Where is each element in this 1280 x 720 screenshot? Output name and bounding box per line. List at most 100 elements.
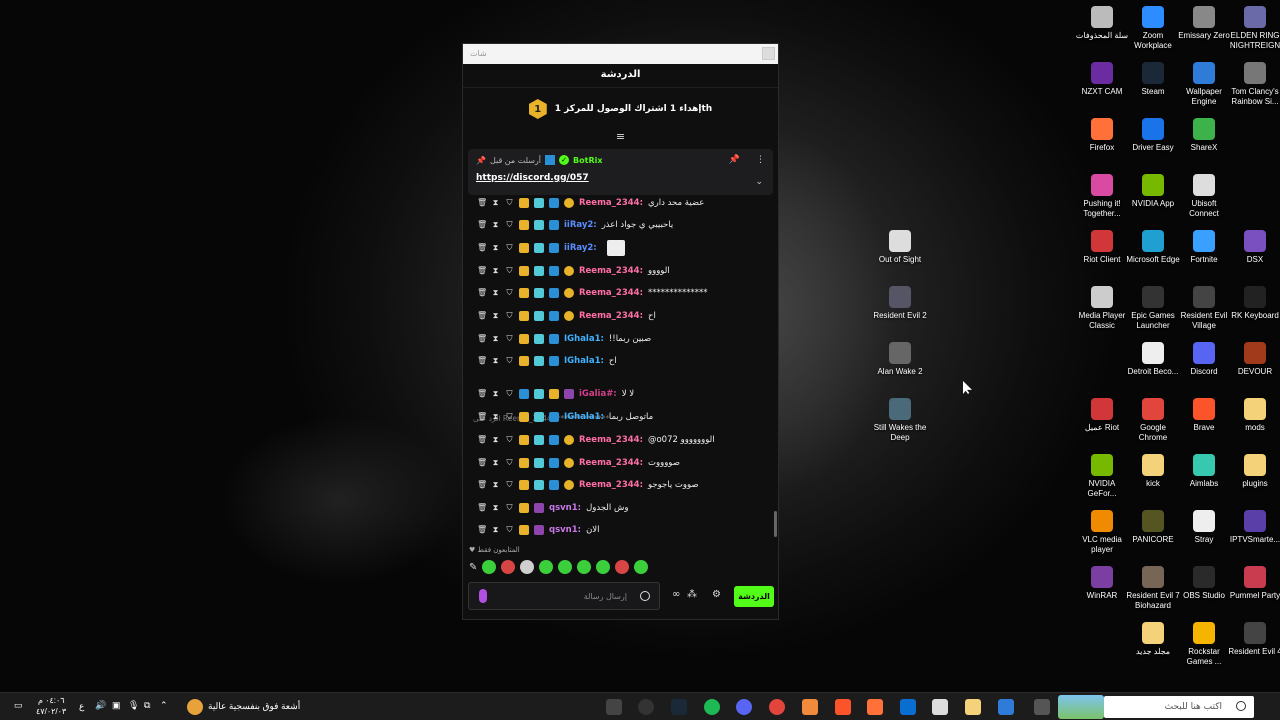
message-list[interactable]: الرد على Reema_2344: ************** 🗑⧗⛉R… (463, 196, 778, 536)
desktop-icon[interactable]: Rockstar Games ... (1176, 622, 1232, 667)
more-options-icon[interactable]: ⋮ (756, 155, 765, 165)
username[interactable]: iiRay2: (564, 220, 597, 230)
feather-icon[interactable]: ✎ (469, 562, 477, 573)
emote[interactable] (558, 560, 573, 574)
discord-icon[interactable] (736, 699, 752, 715)
desktop-icon[interactable]: PANICORE (1125, 510, 1181, 545)
trash-icon[interactable]: 🗑 (477, 288, 487, 298)
message-input-box[interactable] (468, 582, 660, 610)
desktop-icon[interactable]: mods (1227, 398, 1280, 433)
trash-icon[interactable]: 🗑 (477, 480, 487, 490)
desktop-icon[interactable]: Media Player Classic (1074, 286, 1130, 331)
desktop-icon[interactable]: Alan Wake 2 (872, 342, 928, 377)
shield-icon[interactable]: ⛉ (505, 288, 514, 298)
timeout-icon[interactable]: ⧗ (491, 503, 500, 513)
spotify-icon[interactable] (704, 699, 720, 715)
clock-time[interactable]: ٠٤:٠٦ م (38, 696, 65, 705)
task-view-icon[interactable] (1034, 699, 1050, 715)
clock-date[interactable]: ٤٧/٠٢/٠٣ (36, 707, 66, 716)
chat-message[interactable]: 🗑 ⧗ ⛉ qsvn1: الان (477, 521, 600, 536)
shield-icon[interactable]: ⛉ (505, 220, 514, 230)
desktop-icon[interactable]: Discord (1176, 342, 1232, 377)
trash-icon[interactable]: 🗑 (477, 243, 487, 253)
desktop-icon[interactable]: OBS Studio (1176, 566, 1232, 601)
shield-icon[interactable]: ⛉ (505, 435, 514, 445)
desktop-icon[interactable]: Out of Sight (872, 230, 928, 265)
desktop-icon[interactable]: Wallpaper Engine (1176, 62, 1232, 107)
brave-icon[interactable] (835, 699, 851, 715)
desktop-icon[interactable]: RK Keyboard (1227, 286, 1280, 321)
desktop-icon[interactable]: VLC media player (1074, 510, 1130, 555)
chat-send-button[interactable]: الدردشة (734, 586, 774, 607)
shield-icon[interactable]: ⛉ (505, 334, 514, 344)
desktop-icon[interactable]: سلة المحذوفات (1074, 6, 1130, 41)
desktop-icon[interactable]: Resident Evil Village (1176, 286, 1232, 331)
copilot-icon[interactable] (998, 699, 1014, 715)
chat-message[interactable]: 🗑 ⧗ ⛉ iiRay2: (477, 239, 625, 257)
timeout-icon[interactable]: ⧗ (491, 243, 500, 253)
desktop-icon[interactable]: Pummel Party (1227, 566, 1280, 601)
firefox-icon[interactable] (867, 699, 883, 715)
desktop-icon[interactable]: Firefox (1074, 118, 1130, 153)
desktop-icon[interactable]: Emissary Zero (1176, 6, 1232, 41)
trash-icon[interactable]: 🗑 (477, 389, 487, 399)
desktop-icon[interactable]: IPTVSmarte... (1227, 510, 1280, 545)
weather-text[interactable]: أشعة فوق بنفسجية عالية (208, 701, 300, 712)
trash-icon[interactable]: 🗑 (477, 356, 487, 366)
timeout-icon[interactable]: ⧗ (491, 198, 500, 208)
username[interactable]: Reema_2344: (579, 458, 643, 468)
shield-icon[interactable]: ⛉ (505, 412, 514, 422)
desktop-icon[interactable]: Still Wakes the Deep (872, 398, 928, 443)
desktop-icon[interactable]: ELDEN RING NIGHTREIGN (1227, 6, 1280, 51)
timeout-icon[interactable]: ⧗ (491, 435, 500, 445)
username[interactable]: Reema_2344: (579, 480, 643, 490)
username[interactable]: Reema_2344: (579, 266, 643, 276)
chat-message[interactable]: 🗑 ⧗ ⛉ IGhala1: اح (477, 352, 617, 370)
chevron-up-icon[interactable]: ⌃ (160, 700, 168, 711)
shield-icon[interactable]: ⛉ (505, 266, 514, 276)
desktop-icon[interactable]: Detroit Beco... (1125, 342, 1181, 377)
desktop-icon[interactable]: NVIDIA GeFor... (1074, 454, 1130, 499)
emote[interactable] (577, 560, 592, 574)
emote[interactable] (501, 560, 516, 574)
desktop-icon[interactable]: Driver Easy (1125, 118, 1181, 153)
store-icon[interactable] (932, 699, 948, 715)
desktop-icon[interactable]: Aimlabs (1176, 454, 1232, 489)
pin-toggle-icon[interactable]: 📌 (729, 155, 740, 165)
timeout-icon[interactable]: ⧗ (491, 525, 500, 535)
shield-icon[interactable]: ⛉ (505, 480, 514, 490)
timeout-icon[interactable]: ⧗ (491, 480, 500, 490)
timeout-icon[interactable]: ⧗ (491, 220, 500, 230)
desktop-icon[interactable]: DEVOUR (1227, 342, 1280, 377)
desktop-icon[interactable]: Steam (1125, 62, 1181, 97)
chat-message[interactable]: 🗑 ⧗ ⛉ Reema_2344: صووت ياجوجو (477, 476, 699, 494)
shield-icon[interactable]: ⛉ (505, 458, 514, 468)
collapse-icon[interactable]: ≡ (463, 130, 778, 144)
chat-message[interactable]: 🗑 ⧗ ⛉ Reema_2344: صووووت (477, 454, 680, 472)
desktop-icon[interactable]: Riot Client (1074, 230, 1130, 265)
settings-icon[interactable]: ⚙ (712, 589, 721, 600)
steam-icon[interactable] (671, 699, 687, 715)
username[interactable]: iiRay2: (564, 243, 597, 253)
shield-icon[interactable]: ⛉ (505, 525, 514, 535)
desktop-icon[interactable]: Stray (1176, 510, 1232, 545)
language-indicator[interactable]: ع (79, 701, 84, 712)
file-explorer-icon[interactable] (965, 699, 981, 715)
desktop-icon[interactable]: Resident Evil 4 (1227, 622, 1280, 657)
desktop-icon[interactable]: NZXT CAM (1074, 62, 1130, 97)
chat-message[interactable]: 🗑 ⧗ ⛉ IGhala1: ماتوصل ربما (477, 408, 653, 426)
timeout-icon[interactable]: ⧗ (491, 288, 500, 298)
desktop-icon[interactable]: Brave (1176, 398, 1232, 433)
shield-icon[interactable]: ⛉ (505, 243, 514, 253)
desktop-icon[interactable]: Zoom Workplace (1125, 6, 1181, 51)
shield-icon[interactable]: ⛉ (505, 389, 514, 399)
trash-icon[interactable]: 🗑 (477, 334, 487, 344)
message-input[interactable] (497, 588, 627, 604)
username[interactable]: Reema_2344: (579, 198, 643, 208)
app-icon[interactable] (606, 699, 622, 715)
shield-icon[interactable]: ⛉ (505, 311, 514, 321)
emote[interactable] (482, 560, 497, 574)
username[interactable]: Reema_2344: (579, 435, 643, 445)
desktop-icon[interactable]: DSX (1227, 230, 1280, 265)
chat-message[interactable]: 🗑 ⧗ ⛉ IGhala1: !!صبين ربما (477, 330, 651, 348)
